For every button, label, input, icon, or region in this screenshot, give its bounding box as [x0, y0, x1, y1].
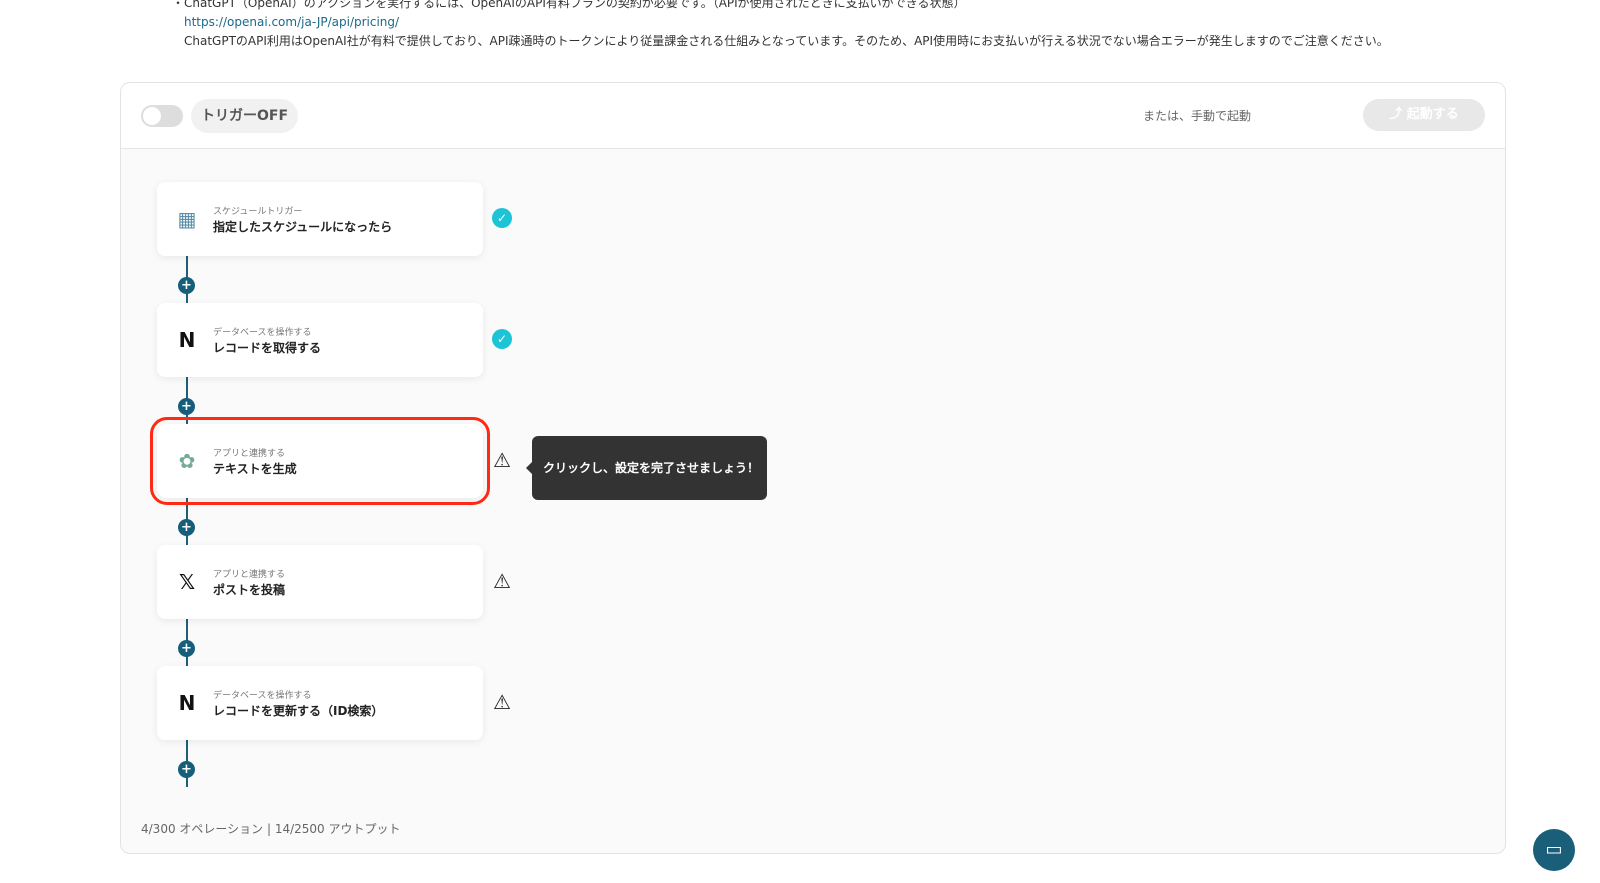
step-title: レコードを取得する — [213, 341, 322, 355]
step-category: スケジュールトリガー — [213, 207, 303, 217]
note-line: ・ChatGPT（OpenAI）のアクションを実行するには、OpenAIのAPI… — [172, 0, 966, 10]
step-title: 指定したスケジュールになったら — [213, 220, 393, 234]
trigger-toggle[interactable] — [141, 105, 183, 127]
flow-step-card[interactable]: ▦ スケジュールトリガー 指定したスケジュールになったら — [157, 182, 483, 256]
step-title: ポストを投稿 — [213, 583, 286, 597]
chatgpt-icon: ✿ — [178, 449, 196, 473]
add-step-button[interactable]: + — [178, 761, 195, 778]
chat-icon: ▭ — [1545, 839, 1563, 860]
flow-header: トリガーOFF または、手動で起動 ⤴ 起動する — [121, 83, 1505, 149]
flow-step-card[interactable]: N データベースを操作する レコードを更新する（ID検索） — [157, 666, 483, 740]
chat-support-button[interactable]: ▭ — [1533, 829, 1575, 871]
notion-icon: N — [178, 691, 196, 715]
usage-footer: 4/300 オペレーション | 14/2500 アウトプット — [141, 822, 401, 836]
calendar-icon: ▦ — [177, 207, 197, 231]
x-icon: 𝕏 — [178, 570, 196, 594]
flow-step-card[interactable]: ✿ アプリと連携する テキストを生成 — [150, 417, 490, 505]
notes: ・ChatGPT（OpenAI）のアクションを実行するには、OpenAIのAPI… — [172, 0, 1389, 51]
warning-icon: ⚠ — [493, 448, 511, 472]
add-step-button[interactable]: + — [178, 277, 195, 294]
warning-icon: ⚠ — [493, 569, 511, 593]
check-icon: ✓ — [492, 208, 512, 228]
add-step-button[interactable]: + — [178, 519, 195, 536]
start-button[interactable]: ⤴ 起動する — [1363, 99, 1485, 131]
step-category: アプリと連携する — [213, 570, 286, 580]
step-category: データベースを操作する — [213, 691, 312, 701]
step-title: レコードを更新する（ID検索） — [213, 704, 384, 718]
check-icon: ✓ — [492, 329, 512, 349]
step-category: データベースを操作する — [213, 328, 312, 338]
tooltip: クリックし、設定を完了させましょう！ — [526, 436, 767, 500]
step-title: テキストを生成 — [213, 462, 297, 476]
note-line: ChatGPTのAPI利用はOpenAI社が有料で提供しており、API疎通時のト… — [184, 34, 1389, 48]
warning-icon: ⚠ — [493, 690, 511, 714]
add-step-button[interactable]: + — [178, 640, 195, 657]
manual-label: または、手動で起動 — [1142, 109, 1251, 123]
flow-step-card[interactable]: N データベースを操作する レコードを取得する — [157, 303, 483, 377]
step-category: アプリと連携する — [213, 449, 286, 459]
notion-icon: N — [178, 328, 196, 352]
pricing-link[interactable]: https://openai.com/ja-JP/api/pricing/ — [172, 13, 1389, 32]
add-step-button[interactable]: + — [178, 398, 195, 415]
flow-step-card[interactable]: 𝕏 アプリと連携する ポストを投稿 — [157, 545, 483, 619]
trigger-status: トリガーOFF — [191, 99, 299, 133]
